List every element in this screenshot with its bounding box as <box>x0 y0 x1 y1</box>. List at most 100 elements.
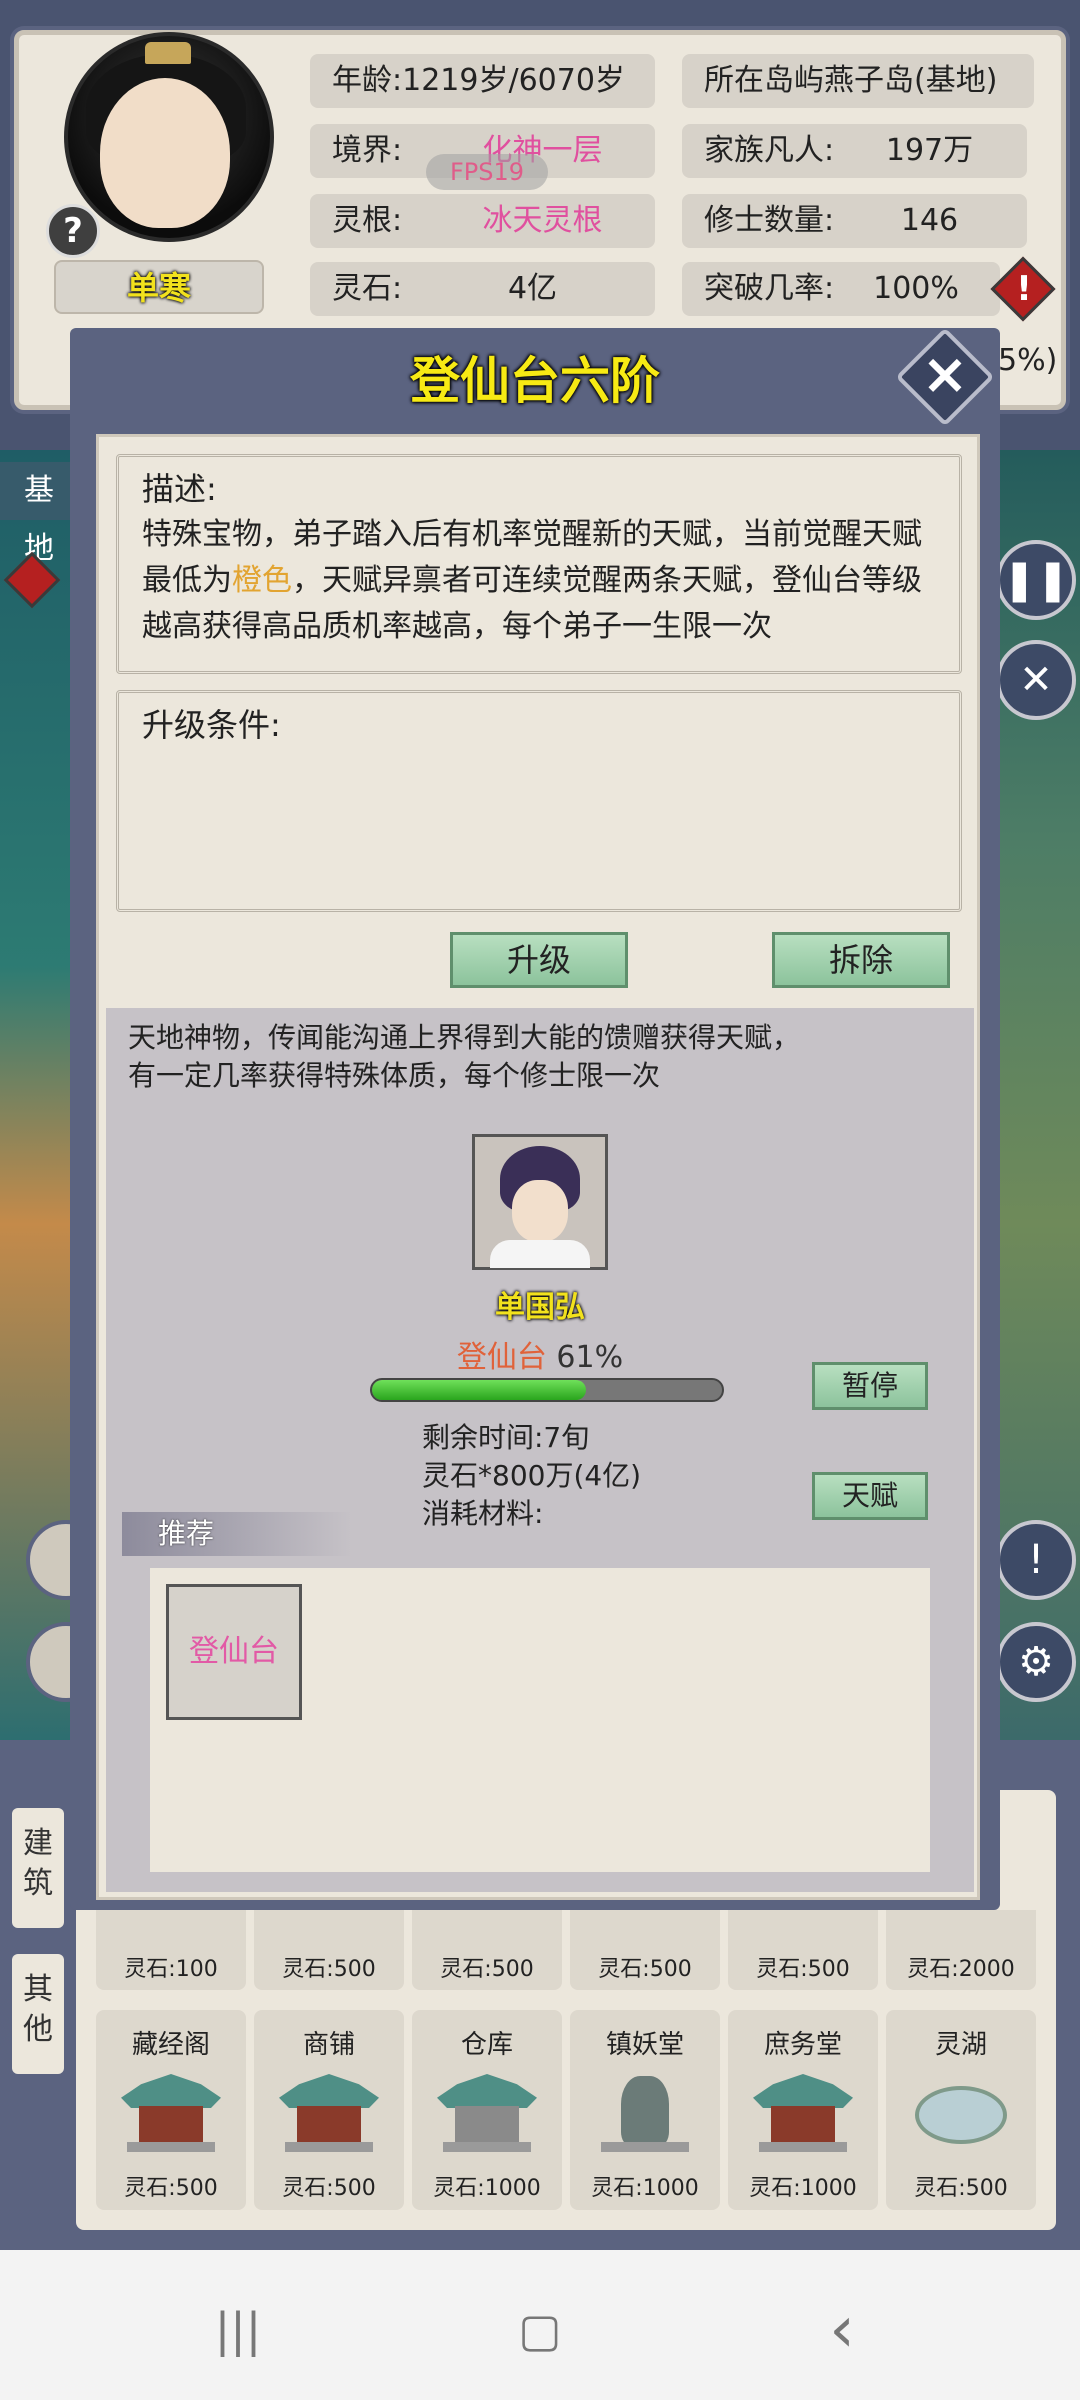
building-card[interactable]: 灵石:500 <box>728 1910 878 1990</box>
pause-icon[interactable]: ❚❚ <box>996 540 1076 620</box>
building-cost: 灵石:500 <box>440 1957 534 1982</box>
lake-icon <box>911 2062 1011 2152</box>
building-name: 仓库 <box>460 2030 513 2060</box>
building-card[interactable]: 灵石:500 <box>412 1910 562 1990</box>
building-card[interactable]: 灵石:500 <box>570 1910 720 1990</box>
pause-button[interactable]: 暂停 <box>812 1362 928 1410</box>
cultivators-value: 146 <box>900 203 959 238</box>
help-icon[interactable]: ? <box>46 204 100 258</box>
tab-other-label: 其他 <box>23 1972 53 2047</box>
building-name: 灵湖 <box>934 2030 987 2060</box>
talent-button[interactable]: 天赋 <box>812 1472 928 1520</box>
island-value: 燕子岛(基地) <box>824 63 998 98</box>
base-tab[interactable]: 基地 <box>0 462 80 566</box>
hall-icon <box>753 2062 853 2152</box>
building-card-affairs-hall[interactable]: 庶务堂 灵石:1000 <box>728 2010 878 2210</box>
building-card-library[interactable]: 藏经阁 灵石:500 <box>96 2010 246 2210</box>
stone-cost: 灵石*800万(4亿) <box>422 1459 642 1492</box>
cultivators-stat: 修士数量: 146 <box>682 194 1027 248</box>
dialog-title: 登仙台六阶 <box>410 352 660 410</box>
building-cost: 灵石:2000 <box>907 1957 1015 1982</box>
disciple-name: 单国弘 <box>495 1290 585 1325</box>
stone-label: 灵石: <box>332 271 403 306</box>
family-stat: 家族凡人: 197万 <box>682 124 1027 178</box>
root-stat: 灵根: 冰天灵根 <box>310 194 655 248</box>
close-icon[interactable]: × <box>910 342 980 412</box>
breakthrough-label: 突破几率: <box>704 271 835 306</box>
building-card[interactable]: 灵石:2000 <box>886 1910 1036 1990</box>
upgrade-button[interactable]: 升级 <box>450 932 628 988</box>
building-card-shop[interactable]: 商铺 灵石:500 <box>254 2010 404 2210</box>
gear-icon[interactable]: ⚙ <box>996 1622 1076 1702</box>
building-cost: 灵石:1000 <box>749 2176 857 2201</box>
realm-label: 境界: <box>332 133 403 168</box>
warehouse-icon <box>437 2062 537 2152</box>
remaining-time: 剩余时间:7旬 <box>422 1421 590 1454</box>
portrait-face <box>512 1180 568 1242</box>
age-label: 年龄: <box>332 63 403 98</box>
age-value: 1219岁/6070岁 <box>402 63 625 98</box>
building-cost: 灵石:500 <box>598 1957 692 1982</box>
building-cost: 灵石:500 <box>914 2176 1008 2201</box>
island-stat: 所在岛屿燕子岛(基地) <box>682 54 1034 108</box>
building-cost: 灵石:1000 <box>591 2176 699 2201</box>
recommend-item[interactable]: 登仙台 <box>166 1584 302 1720</box>
family-label: 家族凡人: <box>704 133 835 168</box>
building-cost: 灵石:1000 <box>433 2176 541 2201</box>
building-cost: 灵石:500 <box>124 2176 218 2201</box>
stone-stat: 灵石: 4亿 <box>310 262 655 316</box>
building-cost: 灵石:100 <box>124 1957 218 1982</box>
description-label: 描述: <box>142 470 217 508</box>
recent-apps-icon[interactable]: ||| <box>208 2300 268 2360</box>
breakthrough-value: 100% <box>873 271 959 306</box>
home-icon[interactable]: ▢ <box>510 2300 570 2360</box>
progress-bar-fill <box>372 1380 586 1400</box>
shop-icon <box>279 2062 379 2152</box>
building-cost: 灵石:500 <box>282 2176 376 2201</box>
island-label: 所在岛屿 <box>704 63 824 98</box>
tab-buildings-label: 建筑 <box>23 1826 53 1901</box>
building-card[interactable]: 灵石:500 <box>254 1910 404 1990</box>
avatar-crown <box>145 42 191 64</box>
cauldron-icon <box>595 2062 695 2152</box>
progress-label: 登仙台 61% <box>400 1332 680 1376</box>
pavilion-icon <box>121 2062 221 2152</box>
building-cost: 灵石:500 <box>282 1957 376 1982</box>
progress-bar <box>370 1378 724 1402</box>
building-name: 藏经阁 <box>131 2030 210 2060</box>
materials-label: 消耗材料: <box>422 1497 544 1530</box>
back-icon[interactable]: ‹ <box>812 2298 872 2362</box>
building-name: 镇妖堂 <box>605 2030 684 2060</box>
breakthrough-stat: 突破几率: 100% <box>682 262 1000 316</box>
upgrade-label: 升级条件: <box>142 706 281 744</box>
tab-buildings[interactable]: 建筑 <box>12 1808 64 1928</box>
description-text: 特殊宝物，弟子踏入后有机率觉醒新的天赋，当前觉醒天赋最低为橙色，天赋异禀者可连续… <box>142 512 932 650</box>
stone-value: 4亿 <box>507 271 558 306</box>
player-name: 单寒 <box>54 260 264 314</box>
fps-counter: FPS19 <box>426 154 548 190</box>
building-card-spirit-lake[interactable]: 灵湖 灵石:500 <box>886 2010 1036 2210</box>
alert-icon[interactable]: ! <box>996 1520 1076 1600</box>
avatar-face <box>100 78 230 228</box>
age-stat: 年龄:1219岁/6070岁 <box>310 54 655 108</box>
building-card[interactable]: 灵石:100 <box>96 1910 246 1990</box>
exclaim-glyph: ! <box>1016 269 1032 309</box>
partial-stat-text: 5%) <box>998 343 1058 378</box>
root-label: 灵根: <box>332 203 403 238</box>
building-name: 商铺 <box>302 2030 355 2060</box>
map-close-icon[interactable]: ✕ <box>996 640 1076 720</box>
cultivators-label: 修士数量: <box>704 203 835 238</box>
demolish-button[interactable]: 拆除 <box>772 932 950 988</box>
building-card-warehouse[interactable]: 仓库 灵石:1000 <box>412 2010 562 2210</box>
building-card-demon-hall[interactable]: 镇妖堂 灵石:1000 <box>570 2010 720 2210</box>
building-cost: 灵石:500 <box>756 1957 850 1982</box>
tab-other[interactable]: 其他 <box>12 1954 64 2074</box>
portrait-robe <box>490 1240 590 1268</box>
building-info-line-2: 有一定几率获得特殊体质，每个修士限一次 <box>128 1059 661 1092</box>
root-value: 冰天灵根 <box>482 203 603 238</box>
progress-value: 61% <box>556 1340 624 1375</box>
building-name: 庶务堂 <box>763 2030 842 2060</box>
recommend-header: 推荐 <box>122 1512 352 1556</box>
description-highlight: 橙色 <box>232 563 292 598</box>
family-value: 197万 <box>885 133 974 168</box>
